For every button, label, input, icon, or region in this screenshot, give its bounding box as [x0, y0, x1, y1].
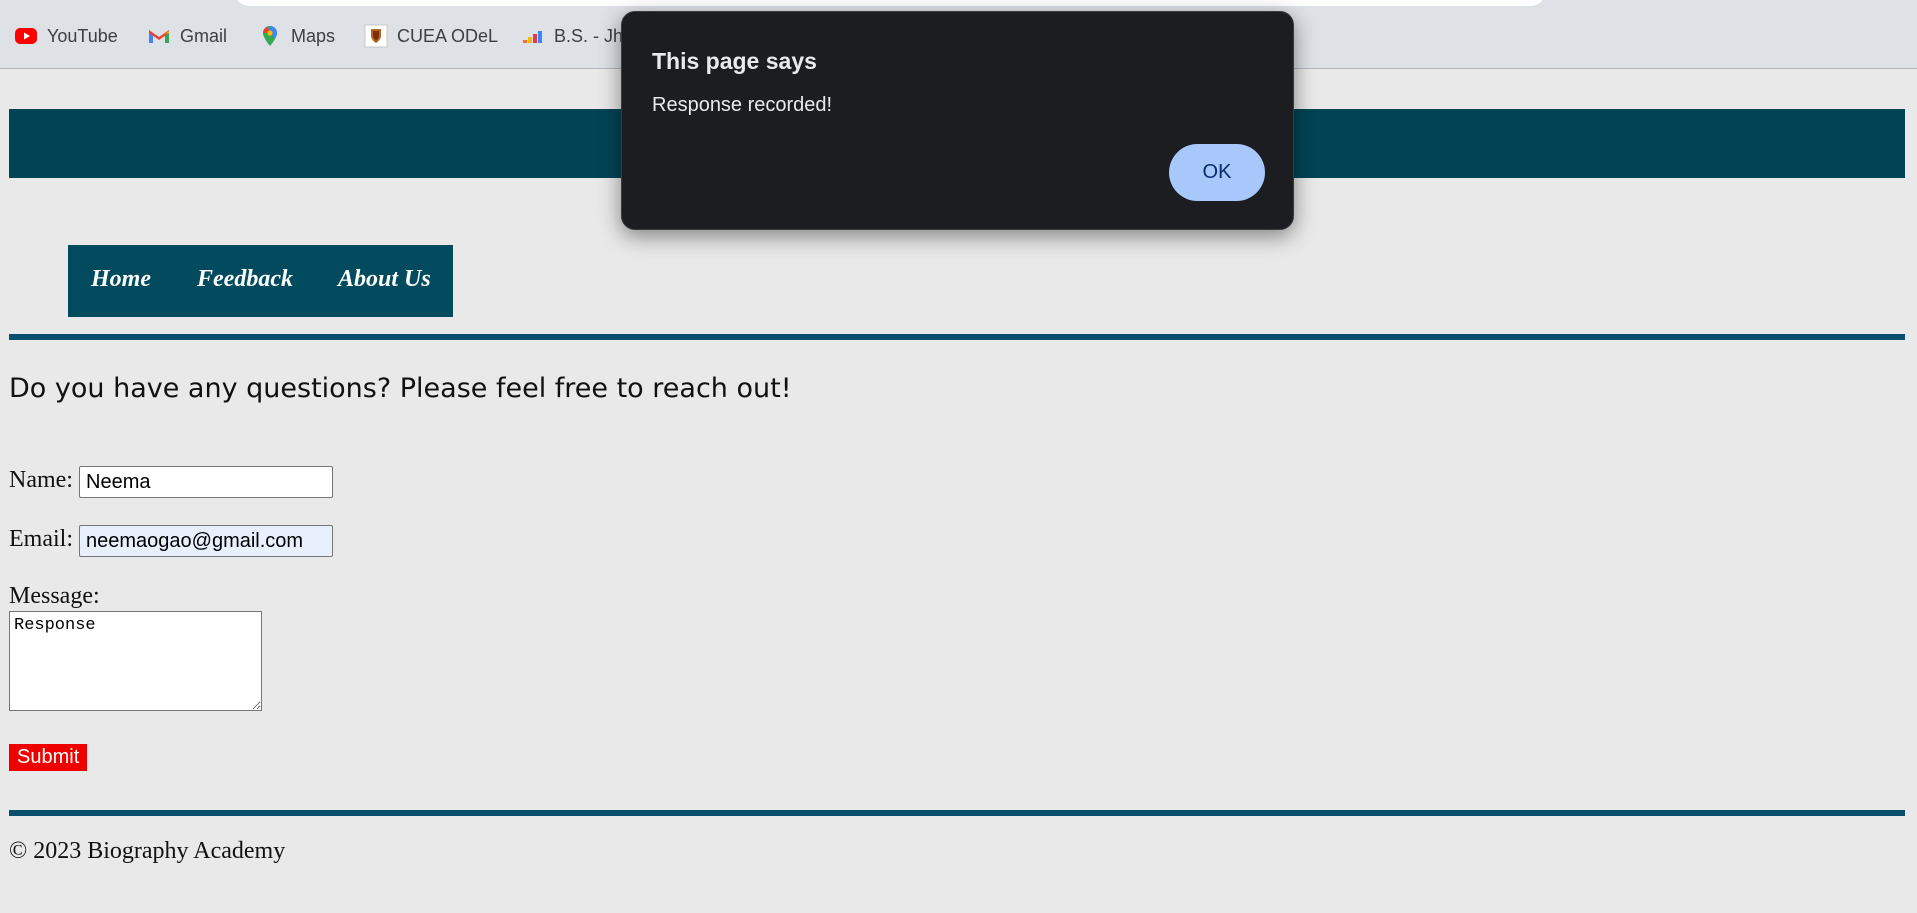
- nav-feedback-link[interactable]: Feedback: [197, 266, 293, 293]
- submit-button[interactable]: Submit: [9, 744, 88, 771]
- email-input[interactable]: [79, 525, 333, 557]
- ok-button[interactable]: OK: [1169, 144, 1265, 201]
- bookmark-label: CUEA ODeL: [397, 25, 499, 46]
- bookmark-label: Gmail: [180, 25, 228, 46]
- maps-icon: [258, 24, 282, 48]
- deezer-bars-icon: [521, 24, 545, 48]
- alert-dialog: This page says Response recorded! OK: [621, 11, 1294, 230]
- bookmark-cuea-odel[interactable]: CUEA ODeL: [364, 22, 498, 50]
- divider-bottom: [9, 810, 1905, 816]
- bookmark-label: YouTube: [47, 25, 118, 46]
- message-textarea[interactable]: Response: [9, 611, 262, 711]
- address-bar-edge[interactable]: [235, 0, 1545, 6]
- divider-top: [9, 334, 1905, 340]
- nav-home-link[interactable]: Home: [91, 266, 151, 293]
- youtube-icon: [14, 24, 38, 48]
- dialog-title: This page says: [652, 48, 817, 74]
- bookmark-maps[interactable]: Maps: [258, 22, 335, 50]
- page-heading: Do you have any questions? Please feel f…: [9, 373, 792, 404]
- bookmark-label: Maps: [291, 25, 336, 46]
- main-nav: Home Feedback About Us: [68, 245, 453, 317]
- bookmark-gmail[interactable]: Gmail: [147, 22, 227, 50]
- bookmark-bs[interactable]: B.S. - Jhe: [521, 22, 633, 50]
- name-input[interactable]: [79, 466, 333, 498]
- cuea-crest-icon: [364, 24, 388, 48]
- gmail-icon: [147, 24, 171, 48]
- email-label: Email:: [9, 526, 73, 552]
- nav-about-link[interactable]: About Us: [338, 266, 431, 293]
- bookmark-youtube[interactable]: YouTube: [14, 22, 118, 50]
- dialog-message: Response recorded!: [652, 94, 833, 116]
- footer-copyright: © 2023 Biography Academy: [9, 838, 286, 864]
- message-label: Message:: [9, 583, 100, 609]
- name-label: Name:: [9, 467, 73, 493]
